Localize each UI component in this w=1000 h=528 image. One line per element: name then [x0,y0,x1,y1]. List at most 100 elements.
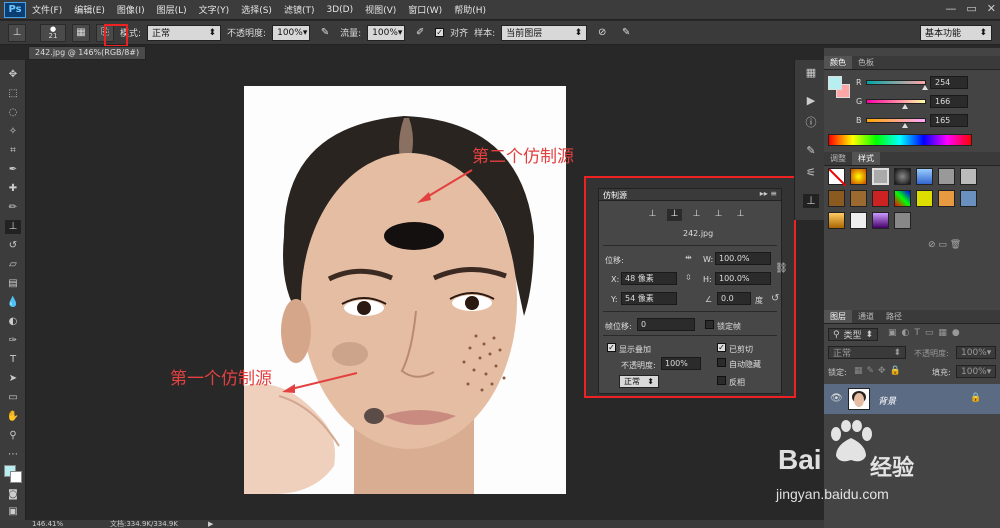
menu-file[interactable]: 文件(F) [26,3,68,16]
lasso-tool-icon[interactable]: ◌ [5,106,21,120]
style-swatch-5[interactable] [916,168,933,185]
quick-mask-icon[interactable]: ◙ [5,488,21,502]
x-input[interactable]: 48 像素 [621,272,677,285]
style-swatch-16[interactable] [850,212,867,229]
clone-source-3-icon[interactable]: ⊥ [689,209,704,221]
tab-styles[interactable]: 样式 [852,152,880,165]
r-slider-handle[interactable] [922,85,928,90]
hand-tool-icon[interactable]: ✋ [5,410,21,424]
style-swatch-17[interactable] [872,212,889,229]
menu-view[interactable]: 视图(V) [359,3,402,16]
pressure-opacity-icon[interactable]: ✎ [316,24,334,42]
mode-select[interactable]: 正常 ⬍ [147,24,222,41]
brush-size-picker[interactable]: ● 21 [40,23,66,42]
screen-mode-icon[interactable]: ▣ [5,505,21,519]
quick-select-tool-icon[interactable]: ✧ [5,125,21,139]
airbrush-icon[interactable]: ✐ [411,24,429,42]
pressure-size-icon[interactable]: ✎ [617,24,635,42]
style-swatch-11[interactable] [894,190,911,207]
h-input[interactable]: 100.0% [715,272,771,285]
tab-color[interactable]: 颜色 [824,56,852,69]
y-input[interactable]: 54 像素 [621,292,677,305]
eye-icon[interactable]: 👁 [830,393,843,404]
workspace-select[interactable]: 基本功能 ⬍ [920,24,992,41]
tab-paths[interactable]: 路径 [880,310,908,323]
clone-source-5-icon[interactable]: ⊥ [733,209,748,221]
angle-input[interactable]: 0.0 [717,292,751,305]
close-icon[interactable]: ✕ [987,2,996,15]
layer-filter-icons[interactable]: ▣◐T▭▦● [888,328,965,338]
w-input[interactable]: 100.0% [715,252,771,265]
style-swatch-6[interactable] [938,168,955,185]
tab-adjustments[interactable]: 调整 [824,152,852,165]
lock-icons[interactable]: ▦✎✥🔒 [854,366,905,376]
align-checkbox[interactable]: ✓ [435,28,445,37]
style-swatch-14[interactable] [960,190,977,207]
layer-row-background[interactable]: 👁 背景 🔒 [824,384,1000,414]
pen-tool-icon[interactable]: ✑ [5,334,21,348]
b-slider-handle[interactable] [902,123,908,128]
more-tools-icon[interactable]: ⋯ [5,448,21,462]
color-panel-foreground[interactable] [828,76,842,90]
clone-source-2-icon[interactable]: ⊥ [667,209,682,221]
reset-transform-icon[interactable]: ↺ [771,293,779,304]
fill-input[interactable]: 100% ▾ [956,365,996,378]
overlay-opacity-input[interactable]: 100% [661,357,701,370]
marquee-tool-icon[interactable]: ⬚ [5,87,21,101]
type-tool-icon[interactable]: T [5,353,21,367]
r-input[interactable]: 254 [930,76,968,89]
tab-swatches[interactable]: 色板 [852,56,880,69]
clipped-checkbox[interactable]: ✓ [717,343,726,352]
path-select-tool-icon[interactable]: ➤ [5,372,21,386]
menu-image[interactable]: 图像(I) [111,3,151,16]
style-swatch-7[interactable] [960,168,977,185]
frame-offset-input[interactable]: 0 [637,318,695,331]
layer-opacity-input[interactable]: 100% ▾ [956,346,996,359]
invert-checkbox[interactable] [717,376,726,385]
b-input[interactable]: 165 [930,114,968,127]
menu-filter[interactable]: 滤镜(T) [278,3,321,16]
background-color-swatch[interactable] [10,471,22,483]
brush-panel-icon[interactable]: ▦ [72,23,90,42]
brush-presets-icon[interactable]: ⚟ [803,166,819,180]
document-tab[interactable]: 242.jpg @ 146%(RGB/8#) * × [28,46,146,69]
menu-window[interactable]: 窗口(W) [402,3,448,16]
style-swatch-8[interactable] [828,190,845,207]
menu-type[interactable]: 文字(Y) [193,3,236,16]
g-input[interactable]: 166 [930,95,968,108]
history-panel-icon[interactable]: ▦ [803,66,819,80]
shape-tool-icon[interactable]: ▭ [5,391,21,405]
g-slider[interactable] [866,99,926,109]
clone-stamp-tool-icon[interactable]: ⊥ [5,220,21,234]
move-tool-icon[interactable]: ✥ [5,68,21,82]
layer-blend-mode-select[interactable]: 正常 ⬍ [828,346,906,359]
brush-panel-icon[interactable]: ✎ [803,144,819,158]
clone-source-4-icon[interactable]: ⊥ [711,209,726,221]
eraser-tool-icon[interactable]: ▱ [5,258,21,272]
gradient-tool-icon[interactable]: ▤ [5,277,21,291]
actions-panel-icon[interactable]: ▶ [803,94,819,108]
info-panel-icon[interactable]: ⓘ [803,116,819,130]
clone-stamp-tool-preset-icon[interactable]: ⊥ [8,23,26,42]
show-overlay-checkbox[interactable]: ✓ [607,343,616,352]
style-swatch-13[interactable] [938,190,955,207]
color-spectrum-bar[interactable] [828,134,972,146]
menu-help[interactable]: 帮助(H) [448,3,492,16]
style-swatch-10[interactable] [872,190,889,207]
tab-channels[interactable]: 通道 [852,310,880,323]
r-slider[interactable] [866,80,928,90]
panel-menu-icon[interactable]: ▸▸ ≡ [760,189,777,198]
blur-tool-icon[interactable]: 💧 [5,296,21,310]
menu-edit[interactable]: 编辑(E) [68,3,111,16]
menu-3d[interactable]: 3D(D) [320,5,359,15]
clone-source-dock-icon[interactable]: ⊥ [803,194,819,208]
eyedropper-tool-icon[interactable]: ✒ [5,163,21,177]
style-swatch-3[interactable] [872,168,889,185]
style-swatch-12[interactable] [916,190,933,207]
zoom-tool-icon[interactable]: ⚲ [5,429,21,443]
sample-select[interactable]: 当前图层 ⬍ [501,24,588,41]
menu-layer[interactable]: 图层(L) [151,3,193,16]
status-menu-icon[interactable]: ▶ [208,520,213,528]
healing-brush-tool-icon[interactable]: ✚ [5,182,21,196]
clone-source-1-icon[interactable]: ⊥ [645,209,660,221]
